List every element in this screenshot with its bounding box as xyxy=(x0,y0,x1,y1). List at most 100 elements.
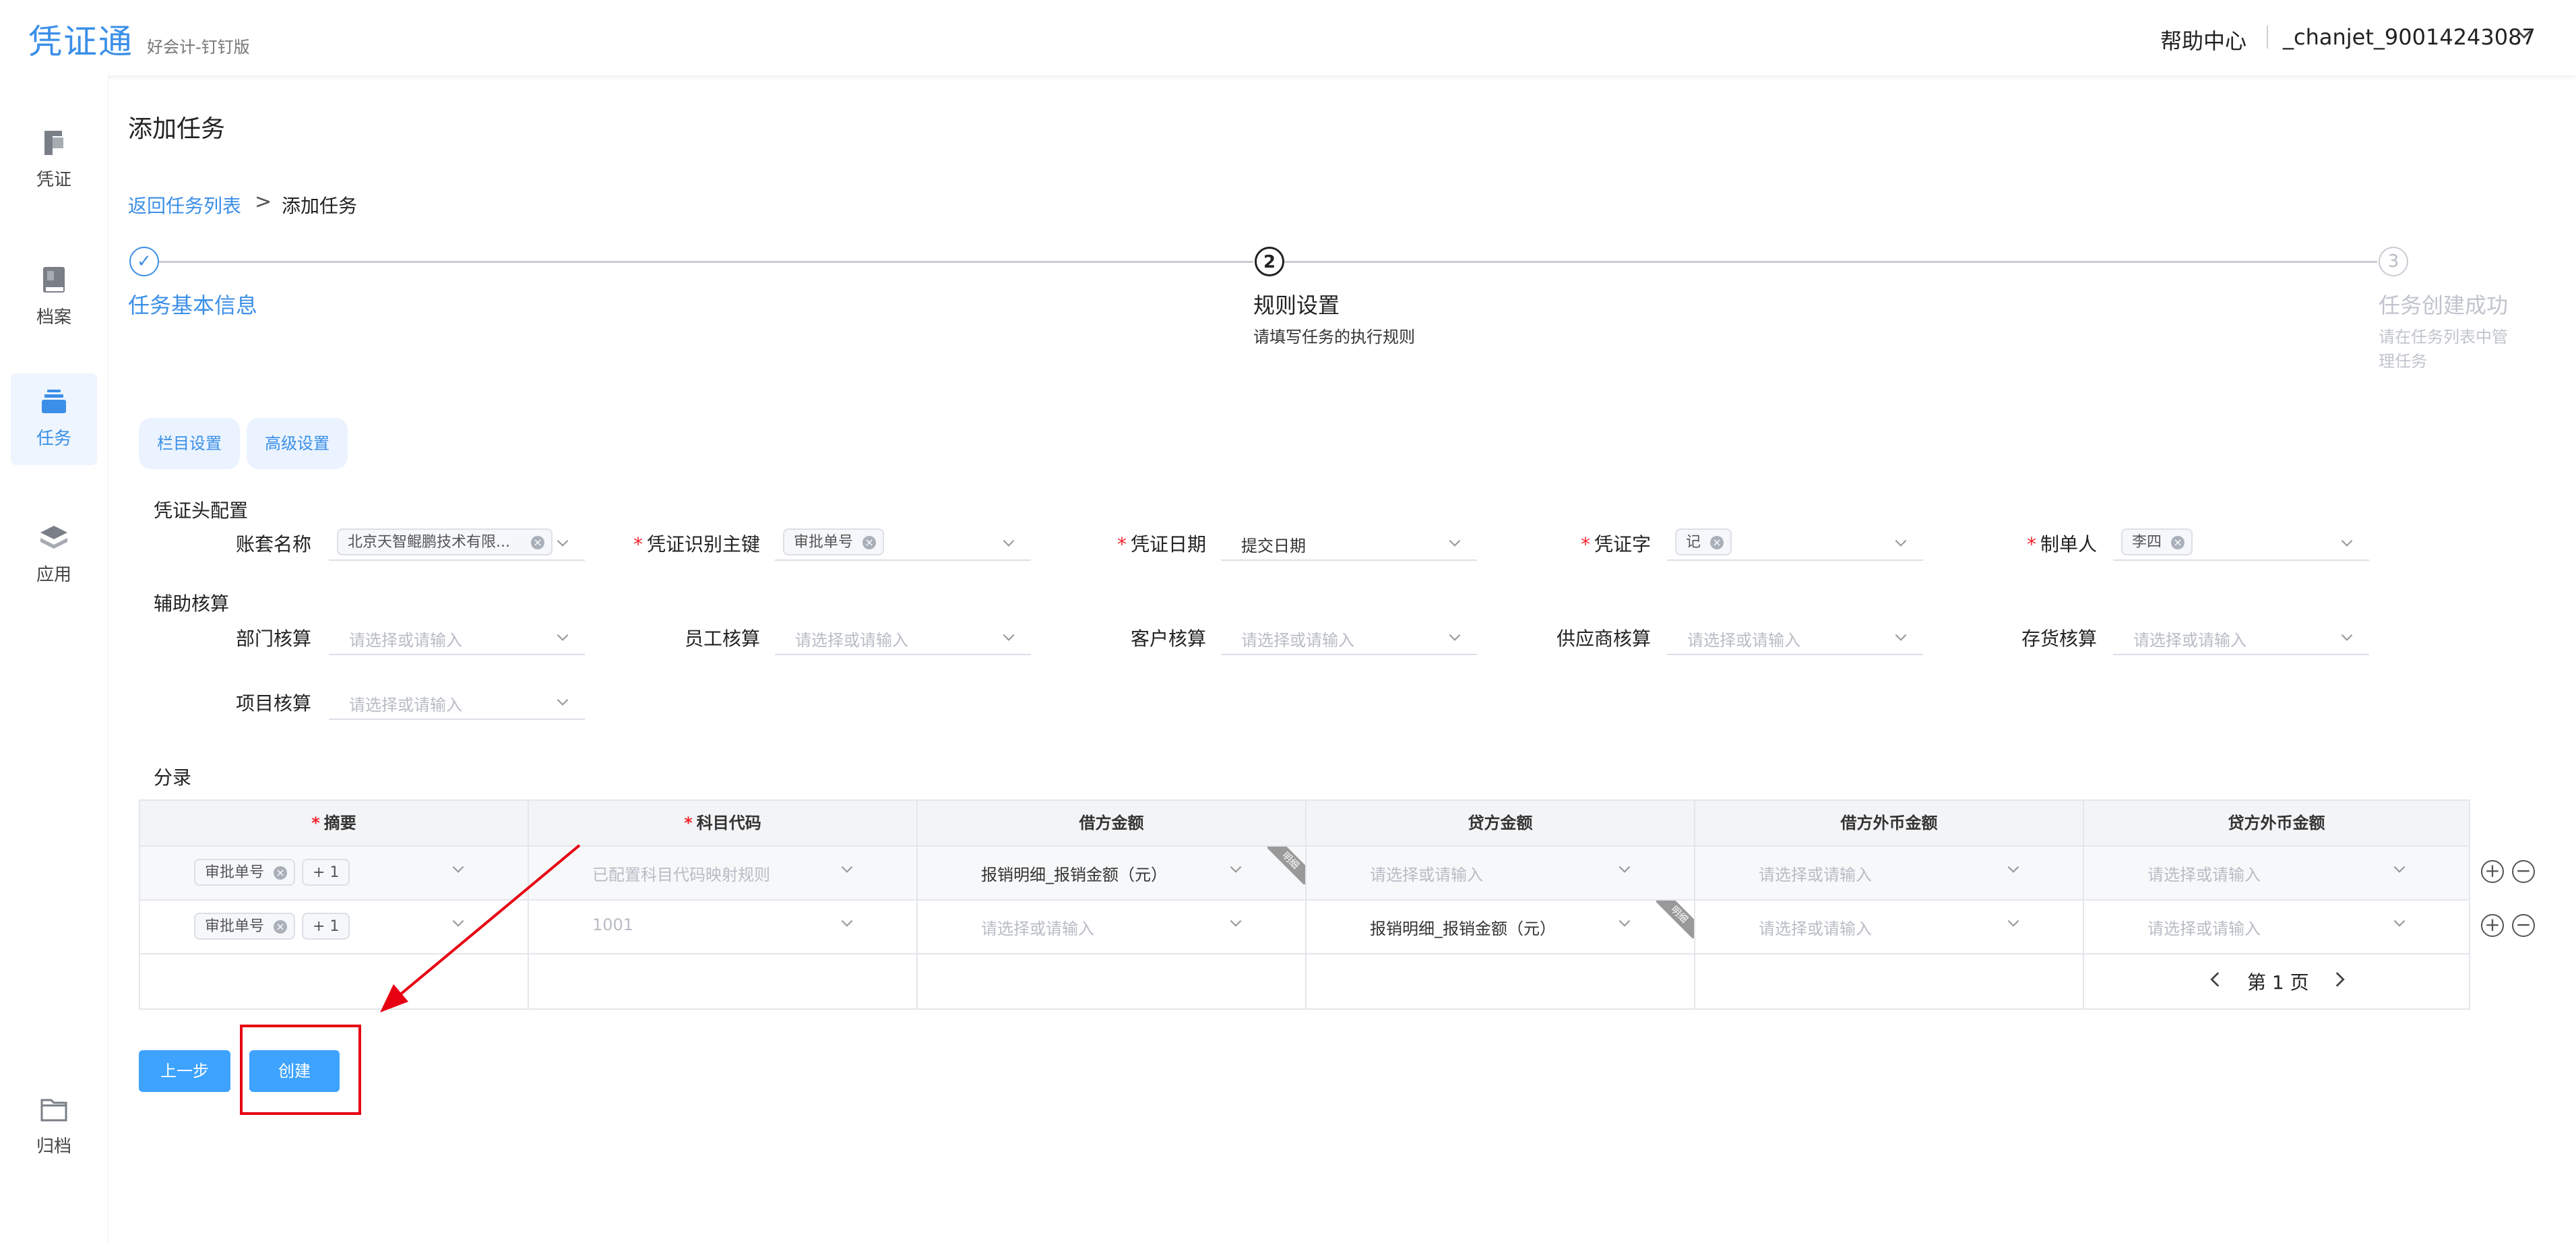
tab-advanced-settings[interactable]: 高级设置 xyxy=(247,418,348,469)
header-divider xyxy=(2267,26,2268,49)
breadcrumb-current: 添加任务 xyxy=(282,195,358,217)
step-3-description: 请在任务列表中管理任务 xyxy=(2379,328,2508,371)
sidebar-item-archive-folder[interactable]: 归档 xyxy=(11,1081,97,1173)
selected-chip: 记 × xyxy=(1675,528,1732,555)
section-title-entries: 分录 xyxy=(154,766,192,789)
selected-chip: 北京天智鲲鹏技术有限... × xyxy=(337,528,553,555)
inventory-select[interactable]: 请选择或请输入 xyxy=(2113,619,2369,655)
app-logo[interactable]: 凭证通 xyxy=(28,15,133,63)
chevron-down-icon xyxy=(1230,866,1242,873)
debit-select[interactable]: 报销明细_报销金额（元） 明细 xyxy=(918,847,1307,901)
sidebar-item-apps[interactable]: 应用 xyxy=(11,510,97,601)
chevron-down-icon xyxy=(841,866,853,873)
task-stack-icon xyxy=(42,390,66,413)
annotation-arrow xyxy=(380,844,581,1012)
step-1-check-icon: ✓ xyxy=(129,247,159,276)
field-label-voucher-date: * 凭证日期 xyxy=(1117,533,1206,555)
more-count-chip: + 1 xyxy=(302,859,350,886)
section-title-aux-accounting: 辅助核算 xyxy=(154,593,230,615)
step-3-number: 3 xyxy=(2379,247,2408,276)
sidebar-item-label: 凭证 xyxy=(36,170,71,190)
chevron-down-icon xyxy=(2341,634,2353,641)
placeholder: 请选择或请输入 xyxy=(795,631,908,650)
field-label-customer: 客户核算 xyxy=(1130,628,1206,650)
table-footer-cell xyxy=(918,954,1307,1008)
supplier-select[interactable]: 请选择或请输入 xyxy=(1667,619,1923,655)
debit-select[interactable]: 请选择或请输入 xyxy=(918,901,1307,954)
voucher-date-select[interactable]: 提交日期 xyxy=(1221,524,1477,561)
placeholder: 请选择或请输入 xyxy=(1241,631,1354,650)
chevron-down-icon xyxy=(2393,919,2406,927)
chevron-right-icon[interactable] xyxy=(2328,968,2351,991)
pagination: 第 1 页 xyxy=(2084,954,2469,1008)
debit-fx-select[interactable]: 请选择或请输入 xyxy=(1695,901,2084,954)
clear-chip-icon[interactable]: × xyxy=(1710,536,1724,549)
credit-select[interactable]: 请选择或请输入 xyxy=(1307,847,1695,901)
sidebar-item-voucher[interactable]: 凭证 xyxy=(11,115,97,206)
remove-row-icon[interactable]: − xyxy=(2512,914,2535,937)
chevron-down-icon xyxy=(557,698,569,706)
tab-column-settings[interactable]: 栏目设置 xyxy=(139,418,240,469)
column-header-debit: 借方金额 xyxy=(918,801,1307,847)
breadcrumb-separator: > xyxy=(255,190,272,214)
project-select[interactable]: 请选择或请输入 xyxy=(329,684,585,720)
clear-chip-icon[interactable]: × xyxy=(2171,536,2185,549)
ledger-select[interactable]: 北京天智鲲鹏技术有限... × xyxy=(329,524,585,561)
credit-fx-select[interactable]: 请选择或请输入 xyxy=(2084,847,2469,901)
chevron-down-icon xyxy=(1230,919,1242,927)
placeholder: 请选择或请输入 xyxy=(349,696,462,715)
add-row-icon[interactable]: + xyxy=(2481,860,2504,883)
chevron-down-icon xyxy=(841,919,853,927)
sidebar-item-label: 归档 xyxy=(36,1136,71,1157)
employee-select[interactable]: 请选择或请输入 xyxy=(775,619,1031,655)
step-connector xyxy=(1284,261,2377,263)
remove-row-icon[interactable]: − xyxy=(2512,860,2535,883)
column-header-credit: 贷方金额 xyxy=(1307,801,1695,847)
department-select[interactable]: 请选择或请输入 xyxy=(329,619,585,655)
chevron-down-icon xyxy=(1619,919,1631,927)
highlight-box xyxy=(240,1025,361,1115)
step-connector xyxy=(159,261,1253,263)
selected-chip: 李四 × xyxy=(2121,528,2193,555)
chevron-down-icon xyxy=(2007,866,2019,873)
chevron-down-icon xyxy=(2341,539,2353,547)
placeholder: 请选择或请输入 xyxy=(2147,866,2261,884)
selected-value: 提交日期 xyxy=(1241,537,1306,555)
chevron-down-icon xyxy=(1619,866,1631,873)
chevron-left-icon[interactable] xyxy=(2204,968,2227,991)
credit-select[interactable]: 报销明细_报销金额（元） 明细 xyxy=(1307,901,1695,954)
user-menu[interactable]: _chanjet_90014243087 xyxy=(2283,24,2536,50)
account-value: 已配置科目代码映射规则 xyxy=(592,866,770,884)
clear-chip-icon[interactable]: × xyxy=(531,536,544,549)
clear-chip-icon[interactable]: × xyxy=(274,866,288,880)
clear-chip-icon[interactable]: × xyxy=(274,920,288,934)
debit-value: 报销明细_报销金额（元） xyxy=(981,866,1167,884)
credit-fx-select[interactable]: 请选择或请输入 xyxy=(2084,901,2469,954)
field-label-voucher-word: * 凭证字 xyxy=(1580,533,1651,555)
step-2-title: 规则设置 xyxy=(1253,293,1340,318)
prev-step-button[interactable]: 上一步 xyxy=(139,1050,230,1092)
voucher-key-select[interactable]: 审批单号 × xyxy=(775,524,1031,561)
sidebar-item-archive[interactable]: 档案 xyxy=(11,252,97,344)
layers-icon xyxy=(40,526,67,549)
debit-fx-select[interactable]: 请选择或请输入 xyxy=(1695,847,2084,901)
chevron-down-icon[interactable] xyxy=(2513,23,2535,44)
customer-select[interactable]: 请选择或请输入 xyxy=(1221,619,1477,655)
chevron-down-icon xyxy=(2007,919,2019,927)
breadcrumb-back-link[interactable]: 返回任务列表 xyxy=(128,191,241,218)
section-title-voucher-header: 凭证头配置 xyxy=(154,499,249,522)
field-label-preparer: * 制单人 xyxy=(2026,533,2097,555)
preparer-select[interactable]: 李四 × xyxy=(2113,524,2369,561)
add-row-icon[interactable]: + xyxy=(2481,914,2504,937)
table-footer-cell xyxy=(1307,954,1695,1008)
field-label-voucher-key: * 凭证识别主键 xyxy=(633,533,760,555)
help-center-link[interactable]: 帮助中心 xyxy=(2160,24,2247,55)
clear-chip-icon[interactable]: × xyxy=(862,536,877,549)
detail-corner-badge: 明细 xyxy=(1656,901,1694,938)
sidebar-item-task[interactable]: 任务 xyxy=(11,373,97,465)
column-header-credit-fx: 贷方外币金额 xyxy=(2084,801,2469,847)
voucher-word-select[interactable]: 记 × xyxy=(1667,524,1923,561)
field-label-project: 项目核算 xyxy=(235,692,311,715)
placeholder: 请选择或请输入 xyxy=(1370,866,1483,884)
field-label-ledger: 账套名称 xyxy=(235,533,311,555)
